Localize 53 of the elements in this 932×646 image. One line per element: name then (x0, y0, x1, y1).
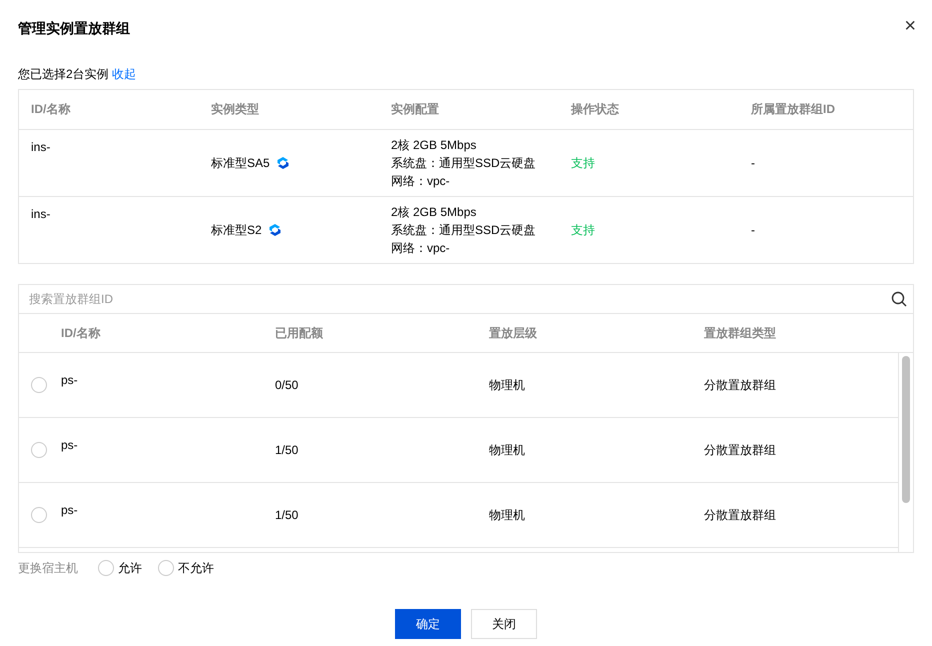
selection-count: 您已选择2台实例 (18, 66, 109, 81)
column-header: 操作状态 (570, 101, 620, 118)
instance-id: ins- (30, 138, 52, 156)
placement-level: 物理机 (489, 378, 525, 392)
dialog-title: 管理实例置放群组 (18, 19, 130, 38)
column-header: 所属置放群组ID (750, 101, 836, 118)
column-header: 实例配置 (390, 101, 440, 118)
instance-type: 标准型S2 (211, 222, 262, 239)
group-id: ps- (61, 372, 78, 387)
column-header: 置放层级 (488, 324, 538, 342)
radio-button[interactable] (98, 560, 114, 576)
column-header: 已用配额 (274, 324, 324, 342)
quota-text: 1/50 (275, 442, 298, 457)
instance-id: ins- (30, 206, 52, 223)
quota-text: 0/50 (275, 378, 298, 392)
placement-level: 物理机 (489, 442, 525, 457)
radio-button[interactable] (31, 442, 47, 458)
group-type: 分散置放群组 (704, 442, 776, 457)
config-line: 网络：vpc- (391, 240, 450, 255)
group-id: - (751, 222, 755, 239)
config-line: 2核 2GB 5Mbps (391, 138, 476, 152)
column-header: 置放群组类型 (703, 324, 777, 342)
config-line: 2核 2GB 5Mbps (391, 204, 476, 219)
placement-level: 物理机 (489, 508, 525, 522)
radio-button[interactable] (31, 506, 47, 523)
option-label: 允许 (118, 560, 142, 577)
radio-button[interactable] (31, 376, 47, 393)
config-line: 网络：vpc- (391, 174, 450, 188)
host-change-label: 更换宿主机 (18, 560, 78, 577)
swirl-icon (268, 222, 282, 237)
group-type: 分散置放群组 (704, 378, 776, 392)
column-header: 实例类型 (210, 101, 260, 118)
option-label: 不允许 (178, 560, 214, 577)
column-header: ID/名称 (30, 101, 72, 118)
radio-button[interactable] (158, 560, 174, 576)
close-button[interactable]: 关闭 (471, 608, 537, 639)
search-icon[interactable] (891, 290, 907, 307)
confirm-button[interactable]: 确定 (395, 608, 461, 639)
group-id: ps- (61, 438, 78, 452)
config-line: 系统盘：通用型SSD云硬盘 (391, 222, 536, 237)
config-line: 系统盘：通用型SSD云硬盘 (391, 156, 536, 170)
instance-type: 标准型SA5 (211, 154, 270, 172)
group-type: 分散置放群组 (704, 508, 776, 522)
column-header: ID/名称 (60, 324, 102, 342)
collapse-link[interactable]: 收起 (112, 66, 136, 81)
swirl-icon (276, 156, 290, 170)
group-id: - (751, 154, 755, 172)
status-text: 支持 (571, 154, 595, 172)
close-button[interactable]: × (900, 14, 920, 38)
status-text: 支持 (571, 222, 595, 239)
scrollbar-thumb[interactable] (902, 356, 910, 503)
group-id: ps- (61, 502, 78, 517)
quota-text: 1/50 (275, 508, 298, 522)
